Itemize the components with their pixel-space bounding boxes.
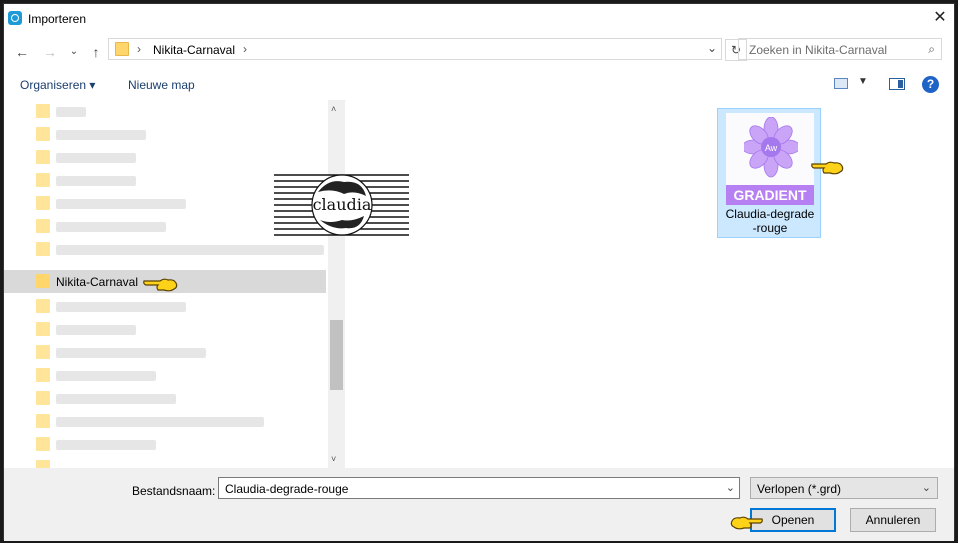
chevron-down-icon[interactable]: ▼ (858, 76, 868, 87)
organize-button[interactable]: Organiseren ▾ (20, 78, 95, 92)
blurred-label (56, 325, 136, 335)
folder-icon (36, 104, 50, 118)
file-name: Claudia-degrade -rouge (725, 207, 815, 235)
chevron-down-icon: ▾ (89, 78, 96, 92)
tree-item[interactable] (4, 364, 326, 387)
new-folder-button[interactable]: Nieuwe map (128, 78, 195, 92)
window-title: Importeren (28, 12, 87, 26)
folder-icon (36, 437, 50, 451)
folder-icon (36, 196, 50, 210)
tree-item[interactable] (4, 100, 326, 123)
up-folder-icon[interactable]: ↑ (86, 42, 106, 62)
file-thumbnail: Aw GRADIENT (726, 113, 814, 205)
folder-icon (36, 173, 50, 187)
thumb-band: GRADIENT (726, 185, 814, 205)
watermark-text: claudia (313, 195, 372, 214)
title-bar: Importeren ✕ (4, 4, 954, 34)
blurred-label (56, 107, 86, 117)
scroll-thumb[interactable] (330, 320, 343, 390)
scroll-down-icon[interactable]: ˅ (331, 454, 336, 464)
filename-input[interactable] (223, 481, 717, 497)
breadcrumb[interactable]: Nikita-Carnaval (153, 43, 235, 57)
scroll-up-icon[interactable]: ˄ (331, 104, 336, 114)
breadcrumb-separator: › (137, 42, 141, 56)
tree-item[interactable] (4, 238, 326, 261)
filetype-select[interactable]: Verlopen (*.grd) ⌄ (750, 477, 938, 499)
folder-icon (36, 150, 50, 164)
search-input[interactable] (747, 42, 921, 58)
search-icon[interactable]: ⌕ (928, 42, 935, 57)
folder-icon (36, 460, 50, 468)
blurred-label (56, 440, 156, 450)
blurred-label (56, 245, 324, 255)
tree-item[interactable] (4, 295, 326, 318)
pointing-hand-icon (143, 278, 178, 292)
file-item[interactable]: Aw GRADIENT Claudia-degrade -rouge (717, 108, 821, 238)
dialog-footer: Bestandsnaam: ⌄ Verlopen (*.grd) ⌄ Opene… (4, 468, 954, 541)
blurred-label (56, 348, 206, 358)
navigation-tree: Nikita-Carnaval (4, 100, 328, 468)
chevron-down-icon[interactable]: ⌄ (707, 41, 717, 55)
address-bar[interactable]: › Nikita-Carnaval › ⌄ (108, 38, 722, 60)
folder-icon (36, 274, 50, 288)
import-dialog: Importeren ✕ ← → ⌄ ↑ › Nikita-Carnaval ›… (3, 3, 955, 541)
help-icon[interactable]: ? (922, 76, 939, 93)
folder-icon (36, 219, 50, 233)
chevron-down-icon: ⌄ (921, 482, 931, 494)
folder-icon (115, 42, 129, 56)
tree-item[interactable] (4, 456, 326, 468)
watermark-logo: claudia (274, 174, 409, 236)
forward-icon[interactable]: → (40, 42, 60, 62)
folder-icon (36, 391, 50, 405)
app-icon (8, 11, 22, 25)
tree-item[interactable] (4, 387, 326, 410)
blurred-label (56, 130, 146, 140)
file-list: Aw GRADIENT Claudia-degrade -rouge (346, 100, 954, 468)
blurred-label (56, 371, 156, 381)
tree-item[interactable] (4, 341, 326, 364)
recent-locations-icon[interactable]: ⌄ (64, 42, 84, 62)
blurred-label (56, 199, 186, 209)
folder-icon (36, 242, 50, 256)
tree-item[interactable] (4, 410, 326, 433)
tree-item[interactable] (4, 146, 326, 169)
toolbar: Organiseren ▾ Nieuwe map ▼ ? (4, 70, 954, 101)
tree-item[interactable] (4, 123, 326, 146)
tree-item-label: Nikita-Carnaval (56, 275, 139, 289)
folder-icon (36, 322, 50, 336)
organize-label: Organiseren (20, 78, 87, 92)
folder-icon (36, 368, 50, 382)
cancel-button[interactable]: Annuleren (850, 508, 936, 532)
folder-icon (36, 299, 50, 313)
blurred-label (56, 176, 136, 186)
breadcrumb-chevron-icon[interactable]: › (243, 42, 247, 56)
flower-icon: Aw (744, 117, 798, 178)
close-button[interactable]: ✕ (926, 4, 954, 32)
blurred-label (56, 417, 264, 427)
thumb-badge: Aw (765, 143, 778, 153)
folder-icon (36, 345, 50, 359)
pointing-hand-icon (730, 516, 763, 530)
blurred-label (56, 394, 176, 404)
filename-field[interactable]: ⌄ (218, 477, 740, 499)
pointing-hand-icon (811, 161, 844, 175)
filetype-value: Verlopen (*.grd) (757, 482, 842, 496)
tree-item[interactable] (4, 433, 326, 456)
folder-icon (36, 127, 50, 141)
chevron-down-icon[interactable]: ⌄ (726, 481, 735, 494)
view-options-icon[interactable] (834, 78, 848, 89)
blurred-label (56, 302, 186, 312)
filename-label: Bestandsnaam: (132, 484, 216, 498)
search-box[interactable]: ⌕ (738, 38, 942, 60)
tree-item[interactable] (4, 318, 326, 341)
back-icon[interactable]: ← (12, 42, 32, 62)
blurred-label (56, 153, 136, 163)
preview-pane-icon[interactable] (889, 78, 905, 90)
blurred-label (56, 222, 166, 232)
folder-icon (36, 414, 50, 428)
tree-scrollbar[interactable]: ˄ ˅ (328, 100, 345, 468)
